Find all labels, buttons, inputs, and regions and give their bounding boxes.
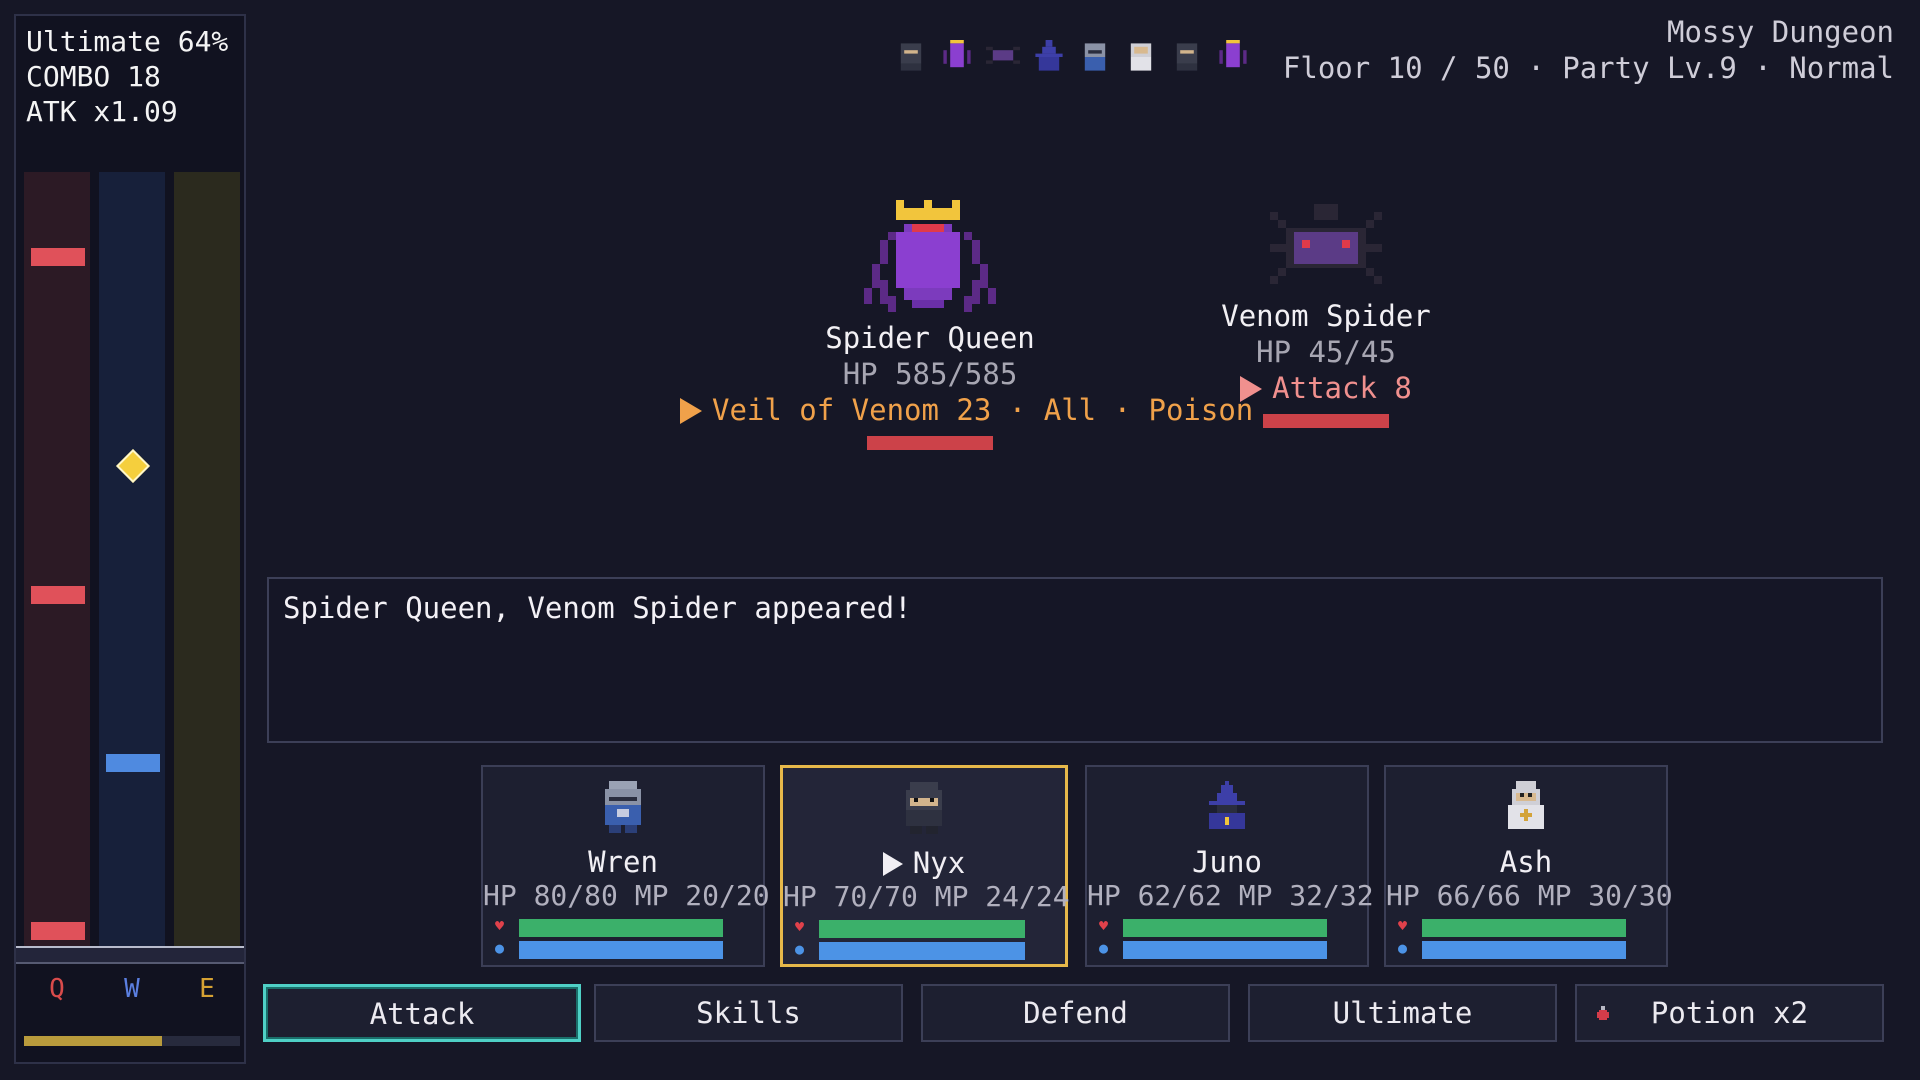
mp-bar: [1123, 941, 1327, 959]
member-stats: HP 70/70 MP 24/24: [783, 880, 1070, 913]
enemy-spider-queen[interactable]: Spider Queen HP 585/585 Veil of Venom 23…: [680, 200, 1253, 450]
heart-icon: ♥: [1398, 917, 1408, 935]
ninja-portrait-icon: [906, 782, 942, 834]
intent-text: Veil of Venom 23 · All · Poison: [712, 393, 1254, 427]
hp-bar-row: ♥: [1099, 917, 1355, 937]
skills-button[interactable]: Skills: [594, 984, 903, 1042]
venom-spider-sprite: [1270, 204, 1382, 284]
hp-bar-row: ♥: [795, 918, 1053, 938]
lane-q: [24, 172, 90, 952]
member-name-text: Nyx: [912, 846, 966, 880]
enemy-hp-bar: [1263, 414, 1389, 428]
member-name: Juno: [1192, 845, 1262, 879]
log-message: Spider Queen, Venom Spider appeared!: [283, 591, 912, 625]
mp-bar-row: ●: [1099, 939, 1355, 959]
ultimate-meter-fill: [24, 1036, 163, 1046]
lane-e: [174, 172, 240, 952]
knight-icon: [1078, 40, 1112, 74]
cleric-icon: [1124, 40, 1158, 74]
ninja-icon: [1170, 40, 1204, 74]
spider-queen-icon: [1216, 40, 1250, 74]
hp-bar: [519, 919, 723, 937]
wizard-portrait-icon: [1209, 781, 1245, 829]
heart-icon: ♥: [495, 917, 505, 935]
battle-log: Spider Queen, Venom Spider appeared!: [267, 577, 1883, 743]
hp-bar-row: ♥: [1398, 917, 1654, 937]
active-turn-arrow-icon: [882, 852, 903, 876]
heart-icon: ♥: [795, 918, 805, 936]
atk-multiplier: ATK x1.09: [26, 95, 178, 128]
wizard-icon: [1032, 40, 1066, 74]
member-stats: HP 62/62 MP 32/32: [1087, 879, 1374, 912]
lane-key-q[interactable]: Q: [24, 974, 90, 1004]
mp-bar-row: ●: [495, 939, 751, 959]
enemy-hp: HP 585/585: [842, 357, 1018, 391]
member-name: Nyx: [783, 846, 1065, 880]
floor-status: Floor 10 / 50 · Party Lv.9 · Normal: [1282, 51, 1894, 85]
note: [31, 922, 85, 940]
mp-bar-row: ●: [795, 940, 1053, 960]
hp-bar: [1123, 919, 1327, 937]
mp-bar-row: ●: [1398, 939, 1654, 959]
spider-queen-icon: [940, 40, 974, 74]
enemy-name: Spider Queen: [825, 321, 1035, 355]
intent-text: Attack 8: [1272, 371, 1412, 405]
combo-counter: COMBO 18: [26, 60, 161, 93]
mp-bar: [819, 942, 1025, 960]
enemy-intent: Attack 8: [1204, 370, 1448, 406]
member-name: Wren: [588, 845, 658, 879]
attack-button[interactable]: Attack: [263, 984, 581, 1042]
spider-queen-sprite: [864, 200, 996, 312]
enemy-intent: Veil of Venom 23 · All · Poison: [680, 392, 1253, 428]
mana-drop-icon: ●: [795, 940, 805, 958]
intent-arrow-icon: [1240, 376, 1263, 402]
enemy-venom-spider[interactable]: Venom Spider HP 45/45 Attack 8: [1204, 200, 1448, 428]
mana-drop-icon: ●: [1099, 939, 1109, 957]
rhythm-panel: Ultimate 64% COMBO 18 ATK x1.09 Q W E: [14, 14, 246, 1064]
mana-drop-icon: ●: [495, 939, 505, 957]
hit-line: [16, 946, 244, 964]
note: [31, 586, 85, 604]
hud-stats: Ultimate 64% COMBO 18 ATK x1.09: [26, 24, 228, 129]
location-info: Mossy Dungeon Floor 10 / 50 · Party Lv.9…: [1283, 14, 1894, 86]
enemy-hp-bar: [867, 436, 993, 450]
heart-icon: ♥: [1099, 917, 1109, 935]
mp-bar: [519, 941, 723, 959]
enemy-name: Venom Spider: [1221, 299, 1431, 333]
gem-note: [116, 449, 150, 483]
lane-key-w[interactable]: W: [99, 974, 165, 1004]
hp-bar: [1422, 919, 1626, 937]
party-card-juno[interactable]: Juno HP 62/62 MP 32/32 ♥ ●: [1085, 765, 1374, 967]
dungeon-name: Mossy Dungeon: [1667, 15, 1894, 49]
member-stats: HP 66/66 MP 30/30: [1386, 879, 1673, 912]
lane-key-e[interactable]: E: [174, 974, 240, 1004]
cleric-portrait-icon: [1508, 781, 1544, 829]
knight-portrait-icon: [605, 781, 641, 833]
party-card-ash[interactable]: Ash HP 66/66 MP 30/30 ♥ ●: [1384, 765, 1673, 967]
intent-arrow-icon: [680, 398, 702, 424]
party-card-nyx[interactable]: Nyx HP 70/70 MP 24/24 ♥ ●: [780, 765, 1070, 967]
venom-spider-icon: [986, 40, 1020, 74]
party-card-wren[interactable]: Wren HP 80/80 MP 20/20 ♥ ●: [481, 765, 770, 967]
lane-w: [99, 172, 165, 952]
ultimate-percent: Ultimate 64%: [26, 25, 229, 58]
member-name: Ash: [1499, 845, 1553, 879]
hp-bar-row: ♥: [495, 917, 751, 937]
ultimate-meter: [24, 1036, 240, 1046]
ninja-icon: [894, 40, 928, 74]
mp-bar: [1422, 941, 1626, 959]
potion-label: Potion x2: [1650, 996, 1809, 1030]
note: [106, 754, 160, 772]
ultimate-button[interactable]: Ultimate: [1248, 984, 1557, 1042]
potion-button[interactable]: Potion x2: [1575, 984, 1884, 1042]
mana-drop-icon: ●: [1398, 939, 1408, 957]
note: [31, 248, 85, 266]
potion-icon: [1597, 1006, 1609, 1020]
hp-bar: [819, 920, 1025, 938]
member-stats: HP 80/80 MP 20/20: [483, 879, 770, 912]
defend-button[interactable]: Defend: [921, 984, 1230, 1042]
enemy-hp: HP 45/45: [1256, 335, 1396, 369]
